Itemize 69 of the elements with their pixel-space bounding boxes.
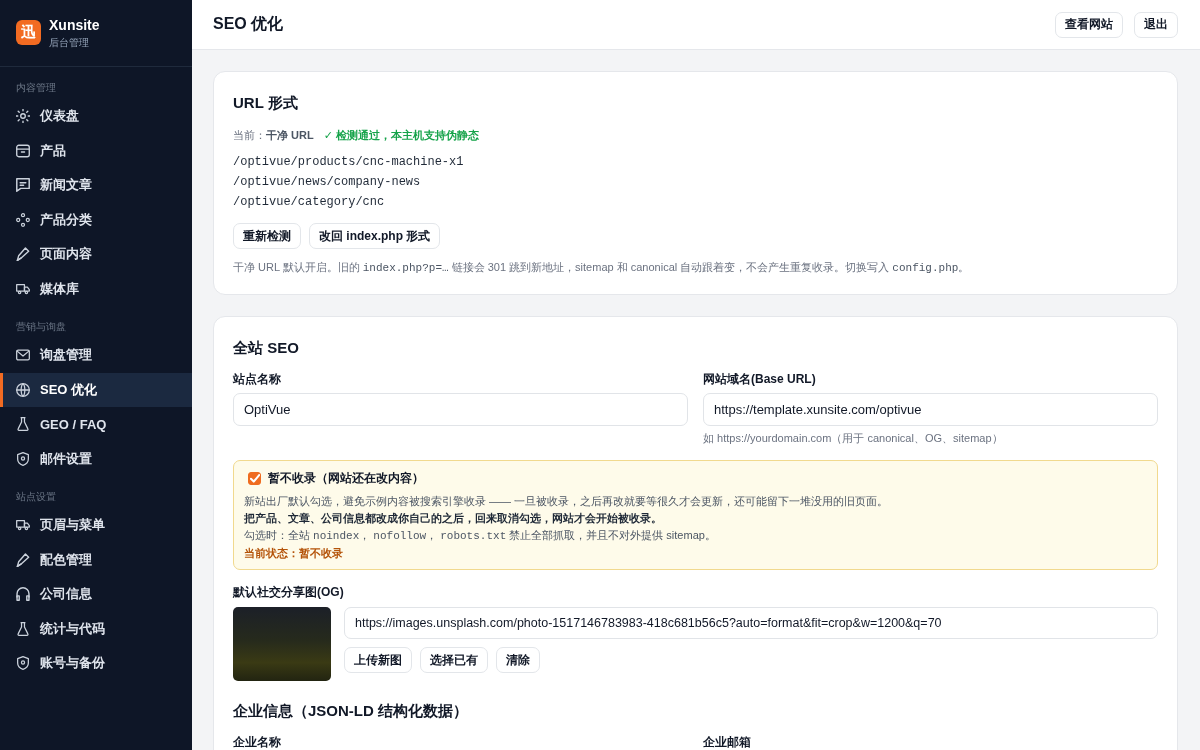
tick-icon	[249, 473, 260, 483]
checkbox-label[interactable]: 暂不收录（网站还在改内容）	[268, 469, 424, 487]
sidebar-item[interactable]: GEO / FAQ	[0, 407, 192, 442]
logo: 迅	[16, 20, 41, 45]
input-field[interactable]: https://template.xunsite.com/optivue	[703, 393, 1158, 426]
sidebar-item[interactable]: 邮件设置	[0, 441, 192, 476]
truck-icon	[16, 518, 30, 533]
pen-icon	[16, 552, 30, 567]
field-label: 默认社交分享图(OG)	[233, 584, 345, 600]
sidebar-item[interactable]: 统计与代码	[0, 611, 192, 646]
header-button[interactable]: 查看网站	[1055, 11, 1123, 38]
box-icon	[16, 143, 30, 158]
sidebar-item[interactable]: 配色管理	[0, 542, 192, 577]
brand-name: Xunsite	[49, 17, 100, 33]
sidebar-item[interactable]: SEO 优化	[0, 372, 192, 407]
truck-icon	[16, 281, 30, 296]
dots-icon	[16, 212, 30, 227]
sidebar-item[interactable]: 页面内容	[0, 237, 192, 272]
notice-text: 勾选时：全站 noindex， nofollow， robots.txt 禁止全部抓取，并且不对外提供 sitemap。	[244, 528, 717, 544]
sidebar-item[interactable]: 页眉与菜单	[0, 508, 192, 543]
sidebar-item[interactable]: 询盘管理	[0, 338, 192, 373]
field-hint: 如 https://yourdomain.com（用于 canonical、OG、sitemap）	[703, 431, 1004, 446]
url-action-button[interactable]: 改回 index.php 形式	[309, 223, 441, 249]
check-status: ✓ 检测通过，本主机支持伪静态	[323, 128, 479, 143]
envelope-icon	[16, 348, 30, 363]
url-example: /optivue/products/cnc-machine-x1	[233, 154, 465, 171]
field-label: 站点名称	[233, 371, 282, 387]
sidebar-item[interactable]: 仪表盘	[0, 99, 192, 134]
headphones-icon	[16, 587, 30, 602]
sidebar-item[interactable]: 公司信息	[0, 577, 192, 612]
notice-text: 当前状态：暂不收录	[244, 546, 344, 561]
flask-icon	[16, 621, 30, 636]
section-title: 企业信息（JSON-LD 结构化数据）	[233, 701, 469, 721]
sidebar-item[interactable]: 产品	[0, 133, 192, 168]
field-label: 网站域名(Base URL)	[703, 371, 817, 387]
url-example: /optivue/news/company-news	[233, 174, 422, 191]
field-label: 企业名称	[233, 734, 282, 750]
page-title: SEO 优化	[213, 14, 284, 34]
sidebar-section-title: 营销与询盘	[15, 320, 67, 334]
header-button[interactable]: 退出	[1134, 11, 1178, 38]
card-title: 全站 SEO	[233, 338, 300, 358]
sun-icon	[16, 109, 30, 124]
input-field[interactable]: OptiVue	[233, 393, 688, 426]
shield-icon	[16, 451, 30, 466]
notice-text: 把产品、文章、公司信息都改成你自己的之后，回来取消勾选，网站才会开始被收录。	[244, 511, 663, 526]
sidebar-item[interactable]: 媒体库	[0, 271, 192, 306]
sidebar-item[interactable]: 账号与备份	[0, 646, 192, 681]
sidebar-section-title: 站点设置	[15, 490, 57, 504]
sidebar-section-title: 内容管理	[15, 81, 57, 95]
chat-icon	[16, 178, 30, 193]
url-action-button[interactable]: 重新检测	[233, 223, 301, 249]
input-field[interactable]: https://images.unsplash.com/photo-1517146783983-418c681b56c5?auto=format&fit=crop&w=1200&q=70	[344, 607, 1158, 639]
checkbox[interactable]	[248, 471, 261, 485]
globe-icon	[16, 382, 30, 397]
sidebar-item[interactable]: 新闻文章	[0, 168, 192, 203]
brand-subtitle: 后台管理	[49, 36, 90, 50]
image-action-button[interactable]: 选择已有	[420, 647, 488, 673]
flask-icon	[16, 417, 30, 432]
image-action-button[interactable]: 清除	[496, 647, 540, 673]
url-note: 干净 URL 默认开启。旧的 index.php?p=… 链接会 301 跳到新地址，sitemap 和 canonical 自动跟着变，不会产生重复收录。切换写入 config.php。	[233, 260, 971, 276]
current-mode-text: 当前：干净 URL	[233, 128, 314, 143]
field-label: 企业邮箱	[703, 734, 752, 750]
shield-icon	[16, 656, 30, 671]
pen-icon	[16, 247, 30, 262]
url-example: /optivue/category/cnc	[233, 194, 386, 211]
notice-text: 新站出厂默认勾选，避免示例内容被搜索引擎收录 —— 一旦被收录，之后再改就要等很久才会更新，还可能留下一堆没用的旧页面。	[244, 494, 890, 509]
sidebar-item[interactable]: 产品分类	[0, 202, 192, 237]
card-title: URL 形式	[233, 93, 299, 113]
image-action-button[interactable]: 上传新图	[344, 647, 412, 673]
